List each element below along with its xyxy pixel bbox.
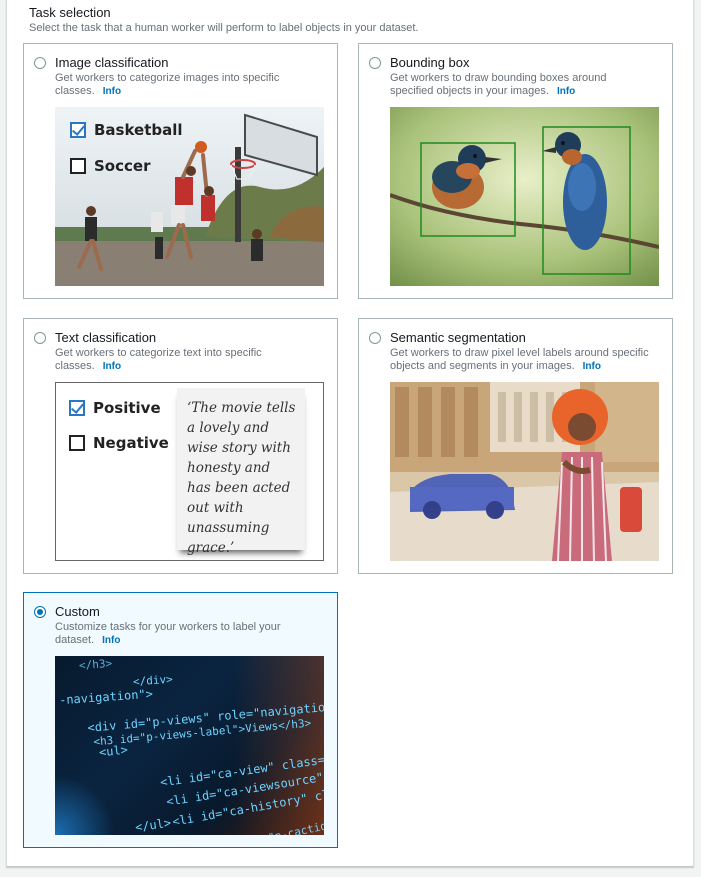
card-semantic-segmentation[interactable]: Semantic segmentation Get workers to dra…	[358, 318, 673, 574]
radio-text-classification[interactable]	[34, 332, 46, 344]
task-selection-panel: Task selection Select the task that a hu…	[6, 0, 694, 867]
card-title: Semantic segmentation	[390, 330, 526, 345]
card-title: Image classification	[55, 55, 169, 70]
section-title: Task selection	[29, 5, 111, 20]
info-link[interactable]: Info	[103, 86, 121, 97]
checkbox-checked-icon	[70, 122, 86, 138]
card-bounding-box[interactable]: Bounding box Get workers to draw boundin…	[358, 43, 673, 299]
basketball-image: Basketball Soccer	[55, 107, 324, 286]
card-custom[interactable]: Custom Customize tasks for your workers …	[23, 592, 338, 848]
card-image-classification[interactable]: Image classification Get workers to cate…	[23, 43, 338, 299]
street-illustration	[390, 382, 659, 561]
card-title: Text classification	[55, 330, 157, 345]
code-line: </div>	[132, 672, 174, 689]
card-description: Get workers to categorize text into spec…	[55, 347, 262, 372]
checkbox-unchecked-icon	[69, 435, 85, 451]
review-quote-text: ‘The movie tells a lovely and wise story…	[187, 400, 296, 556]
info-link[interactable]: Info	[557, 86, 575, 97]
card-description: Get workers to categorize images into sp…	[55, 72, 280, 97]
birds-image	[390, 107, 659, 286]
checkbox-checked-icon	[69, 400, 85, 416]
review-quote-box: ‘The movie tells a lovely and wise story…	[177, 388, 305, 556]
option-soccer: Soccer	[70, 157, 150, 176]
card-text-classification[interactable]: Text classification Get workers to categ…	[23, 318, 338, 574]
option-positive: Positive	[69, 399, 161, 418]
option-basketball: Basketball	[70, 121, 183, 140]
card-description: Get workers to draw bounding boxes aroun…	[390, 72, 607, 97]
info-link[interactable]: Info	[583, 361, 601, 372]
card-title: Bounding box	[390, 55, 470, 70]
code-line: <ul>	[98, 742, 129, 760]
code-line: </ul>	[134, 815, 172, 835]
card-description: Customize tasks for your workers to labe…	[55, 621, 281, 646]
section-description: Select the task that a human worker will…	[29, 22, 419, 34]
birds-illustration	[390, 107, 659, 286]
checkbox-unchecked-icon	[70, 158, 86, 174]
text-classification-image: Positive Negative ‘The movie tells a lov…	[55, 382, 324, 561]
radio-semantic-segmentation[interactable]	[369, 332, 381, 344]
code-line: </h3>	[78, 656, 113, 673]
info-link[interactable]: Info	[102, 635, 120, 646]
option-negative: Negative	[69, 434, 169, 453]
code-image: </h3> </div> -navigation"> <div id="p-vi…	[55, 656, 324, 835]
street-segmentation-image	[390, 382, 659, 561]
code-line: -navigation">	[58, 686, 154, 708]
card-description: Get workers to draw pixel level labels a…	[390, 347, 649, 372]
radio-custom[interactable]	[34, 606, 46, 618]
card-title: Custom	[55, 604, 100, 619]
radio-bounding-box[interactable]	[369, 57, 381, 69]
radio-image-classification[interactable]	[34, 57, 46, 69]
info-link[interactable]: Info	[103, 361, 121, 372]
